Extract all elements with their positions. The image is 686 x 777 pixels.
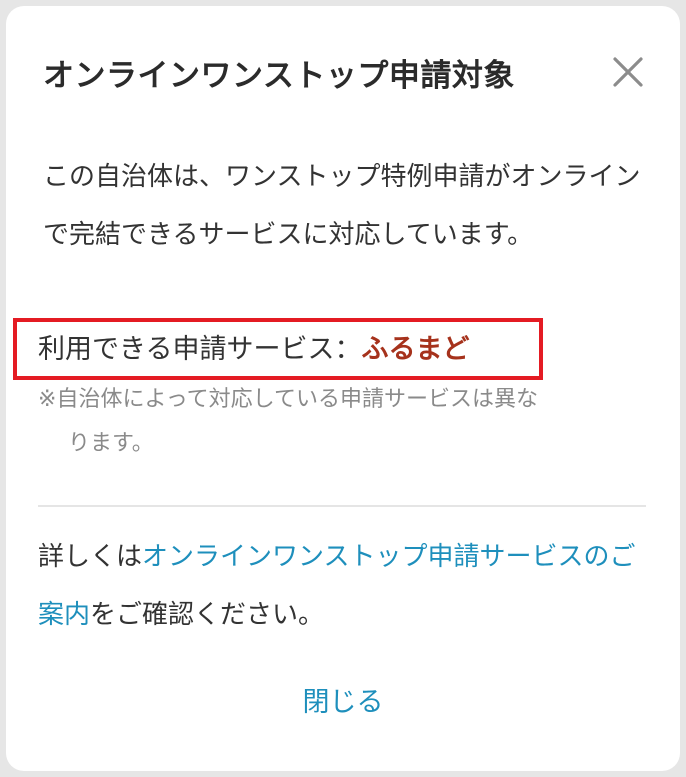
close-icon [613,57,643,87]
screen-backdrop: オンラインワンストップ申請対象 この自治体は、ワンストップ特例申請がオンラインで… [0,0,686,777]
detail-text: 詳しくはオンラインワンストップ申請サービスのご案内をご確認ください。 [38,528,648,644]
divider [38,505,646,507]
available-service-line: 利用できる申請サービス：ふるまど [38,328,469,372]
close-button[interactable]: 閉じる [0,680,686,719]
service-note: ※自治体によって対応している申請サービスは異な ります。 [38,384,648,460]
service-label: 利用できる申請サービス： [38,334,362,365]
note-text: 自治体によって対応している申請サービスは異な [56,387,539,412]
dialog-description: この自治体は、ワンストップ特例申請がオンラインで完結できるサービスに対応していま… [43,162,641,250]
close-x-button[interactable] [606,50,650,94]
note-text-continued: ります。 [68,431,154,456]
note-mark: ※ [38,387,57,412]
detail-suffix: をご確認ください。 [90,600,325,630]
detail-prefix: 詳しくは [38,542,143,572]
dialog-title: オンラインワンストップ申請対象 [43,58,515,94]
service-name: ふるまど [361,334,470,365]
